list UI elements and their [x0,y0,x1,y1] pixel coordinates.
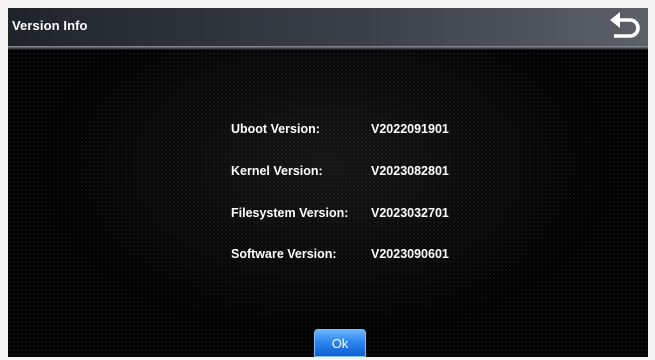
uboot-version-value: V2022091901 [371,122,449,136]
kernel-version-row: Kernel Version: V2023082801 [231,164,551,182]
software-version-row: Software Version: V2023090601 [231,247,551,265]
kernel-version-label: Kernel Version: [231,164,323,178]
kernel-version-value: V2023082801 [371,164,449,178]
filesystem-version-label: Filesystem Version: [231,206,349,220]
page-title: Version Info [12,18,88,33]
title-bar: Version Info [8,8,648,50]
back-button[interactable] [606,10,644,44]
uboot-version-row: Uboot Version: V2022091901 [231,122,551,140]
return-arrow-icon [610,12,640,38]
version-info-screen: Version Info Uboot Version: V2022091901 … [8,8,648,357]
software-version-value: V2023090601 [371,247,449,261]
ok-button[interactable]: Ok [314,329,366,357]
filesystem-version-row: Filesystem Version: V2023032701 [231,206,551,224]
uboot-version-label: Uboot Version: [231,122,320,136]
filesystem-version-value: V2023032701 [371,206,449,220]
software-version-label: Software Version: [231,247,337,261]
device-frame: Version Info Uboot Version: V2022091901 … [0,0,655,360]
